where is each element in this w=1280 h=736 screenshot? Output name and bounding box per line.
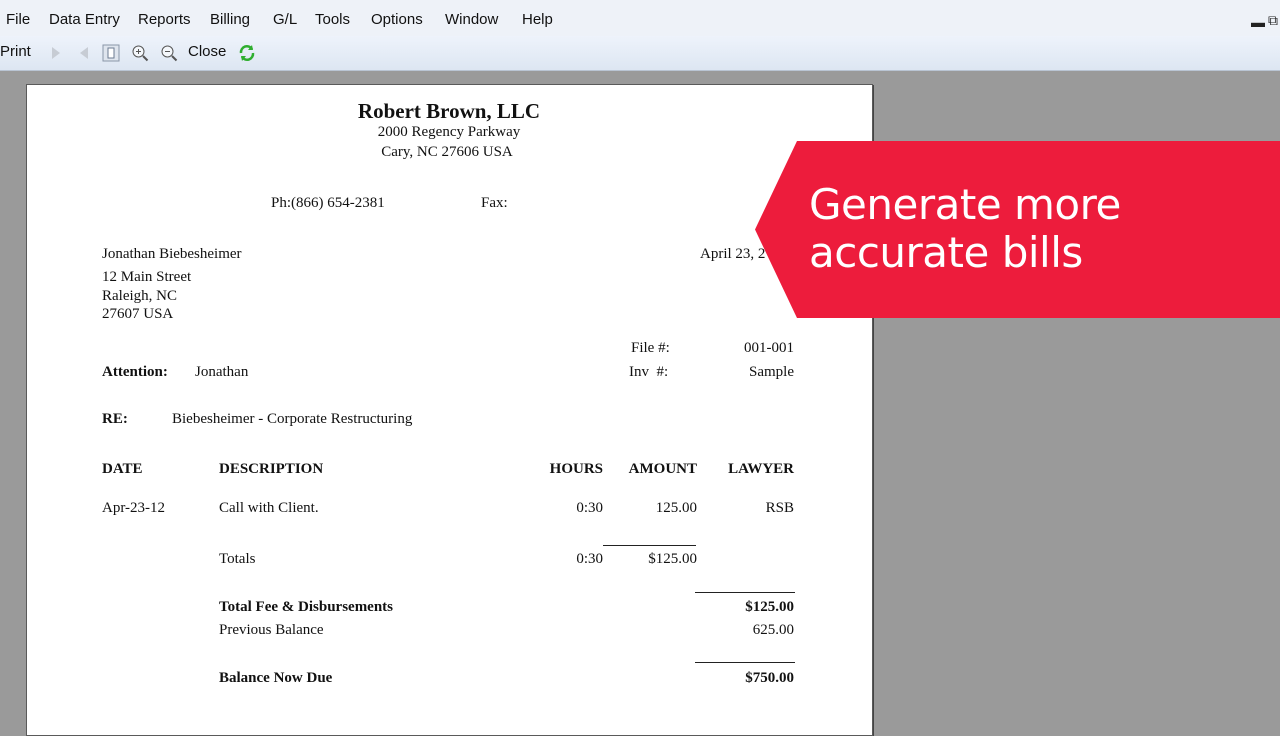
invoice-page: Robert Brown, LLC 2000 Regency Parkway C… xyxy=(26,84,873,736)
client-street: 12 Main Street xyxy=(102,269,192,285)
close-button[interactable]: Close xyxy=(188,43,226,60)
previous-balance-label: Previous Balance xyxy=(219,622,324,638)
firm-fax: Fax: xyxy=(481,195,508,211)
total-fee-label: Total Fee & Disbursements xyxy=(219,599,394,615)
client-name: Jonathan Biebesheimer xyxy=(102,246,242,262)
file-label: File #: xyxy=(631,340,670,356)
entry-description: Call with Client. xyxy=(219,500,319,516)
column-header-date: DATE xyxy=(102,461,143,477)
invoice-number-label: Inv #: xyxy=(629,364,669,380)
zoom-in-icon[interactable] xyxy=(131,44,149,62)
page-view-icon[interactable] xyxy=(102,44,120,62)
banner-line2: accurate bills xyxy=(809,228,1083,277)
totals-label: Totals xyxy=(219,551,256,567)
entry-lawyer: RSB xyxy=(765,500,794,516)
menu-reports[interactable]: Reports xyxy=(138,11,191,28)
menu-window[interactable]: Window xyxy=(445,11,498,28)
column-header-lawyer: LAWYER xyxy=(728,461,794,477)
balance-due-label: Balance Now Due xyxy=(219,670,333,686)
menu-file[interactable]: File xyxy=(6,11,30,28)
client-zip: 27607 USA xyxy=(102,306,174,322)
menu-data-entry[interactable]: Data Entry xyxy=(49,11,120,28)
menu-help[interactable]: Help xyxy=(522,11,553,28)
toolbar: Print Close xyxy=(0,36,1280,71)
attention-value: Jonathan xyxy=(195,364,249,380)
balance-due-value: $750.00 xyxy=(745,670,794,686)
menu-billing[interactable]: Billing xyxy=(210,11,250,28)
re-value: Biebesheimer - Corporate Restructuring xyxy=(172,411,413,427)
entry-amount: 125.00 xyxy=(655,500,697,516)
menu-bar: File Data Entry Reports Billing G/L Tool… xyxy=(0,0,1280,37)
totals-hours: 0:30 xyxy=(576,551,603,567)
totals-amount: $125.00 xyxy=(648,551,697,567)
firm-address-line2: Cary, NC 27606 USA xyxy=(381,144,513,160)
file-number: 001-001 xyxy=(744,340,794,356)
banner-text: Generate more accurate bills xyxy=(809,181,1121,277)
minimize-icon[interactable]: ▬ xyxy=(1251,14,1265,30)
restore-icon[interactable]: ⧉ xyxy=(1268,12,1278,29)
client-city: Raleigh, NC xyxy=(102,288,177,304)
total-fee-value: $125.00 xyxy=(745,599,794,615)
column-header-description: DESCRIPTION xyxy=(219,461,324,477)
firm-name: Robert Brown, LLC xyxy=(357,99,541,123)
subtotal-rule xyxy=(603,545,696,546)
print-button[interactable]: Print xyxy=(0,43,31,60)
column-header-hours: HOURS xyxy=(549,461,603,477)
attention-label: Attention: xyxy=(102,364,168,380)
zoom-out-icon[interactable] xyxy=(160,44,178,62)
firm-address-line1: 2000 Regency Parkway xyxy=(377,124,521,140)
firm-phone: Ph:(866) 654-2381 xyxy=(271,195,385,211)
balance-rule xyxy=(695,662,795,663)
menu-gl[interactable]: G/L xyxy=(273,11,297,28)
menu-options[interactable]: Options xyxy=(371,11,423,28)
fee-rule xyxy=(695,592,795,593)
re-label: RE: xyxy=(102,411,128,427)
column-header-amount: AMOUNT xyxy=(628,461,697,477)
refresh-icon[interactable] xyxy=(237,43,257,63)
banner-line1: Generate more xyxy=(809,180,1121,229)
entry-hours: 0:30 xyxy=(576,500,603,516)
promo-banner: Generate more accurate bills xyxy=(755,141,1280,318)
invoice-number: Sample xyxy=(749,364,794,380)
entry-date: Apr-23-12 xyxy=(102,500,166,516)
previous-balance-value: 625.00 xyxy=(752,622,794,638)
next-page-icon[interactable] xyxy=(47,44,65,62)
previous-page-icon[interactable] xyxy=(75,44,93,62)
menu-tools[interactable]: Tools xyxy=(315,11,350,28)
